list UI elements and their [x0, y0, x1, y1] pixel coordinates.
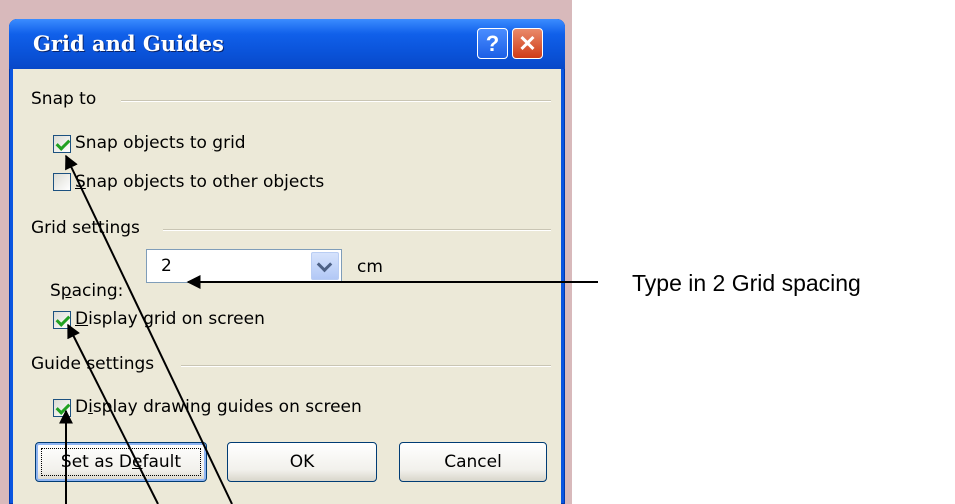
guide-settings-separator: [181, 365, 551, 367]
display-guides-label[interactable]: Display drawing guides on screen: [75, 397, 362, 417]
grid-settings-separator: [163, 229, 551, 231]
title-bar: Grid and Guides ? ✕: [9, 19, 565, 69]
spacing-value: 2: [161, 256, 172, 276]
spacing-unit: cm: [357, 257, 383, 277]
dialog-title: Grid and Guides: [33, 31, 224, 56]
spacing-label: Spacing:: [50, 281, 124, 301]
help-button[interactable]: ?: [477, 28, 508, 59]
annotation-text: Type in 2 Grid spacing: [632, 270, 861, 296]
snap-to-objects-checkbox[interactable]: [53, 173, 71, 191]
set-as-default-button[interactable]: Set as Default: [35, 442, 207, 482]
snap-to-header: Snap to: [31, 89, 97, 109]
display-guides-checkbox[interactable]: [53, 399, 71, 417]
display-grid-checkbox[interactable]: [53, 311, 71, 329]
display-grid-label[interactable]: Display grid on screen: [75, 309, 265, 329]
snap-to-objects-label[interactable]: Snap objects to other objects: [75, 172, 324, 192]
spacing-input[interactable]: 2: [146, 249, 342, 283]
grid-settings-header: Grid settings: [31, 218, 140, 238]
ok-button[interactable]: OK: [227, 442, 377, 482]
focus-rectangle: [41, 448, 201, 476]
snap-to-separator: [121, 100, 551, 102]
close-button[interactable]: ✕: [512, 28, 543, 59]
snap-to-grid-label[interactable]: Snap objects to grid: [75, 133, 246, 153]
close-icon: ✕: [518, 31, 537, 56]
cancel-button[interactable]: Cancel: [399, 442, 547, 482]
dialog-body: Snap to Snap objects to grid Snap object…: [13, 69, 561, 504]
snap-to-grid-checkbox[interactable]: [53, 135, 71, 153]
help-icon: ?: [485, 31, 500, 56]
grid-and-guides-dialog: Grid and Guides ? ✕ Snap to Snap objects…: [9, 19, 565, 504]
guide-settings-header: Guide settings: [31, 354, 155, 374]
spacing-dropdown-button[interactable]: [311, 252, 339, 280]
